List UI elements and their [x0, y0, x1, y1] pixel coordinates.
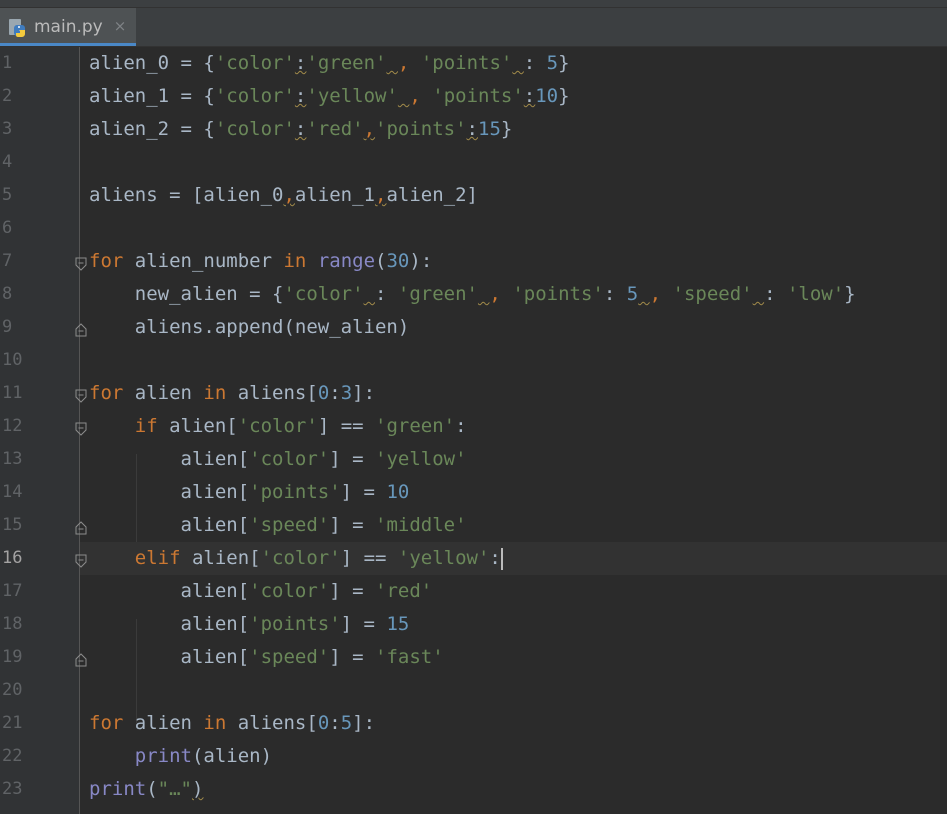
line-number: 3	[2, 119, 13, 139]
code-line: alien['points'] = 10	[89, 481, 410, 503]
code-line: alien['color'] = 'red'	[89, 580, 433, 602]
line-number: 9	[2, 317, 13, 337]
line-number-current: 16	[2, 548, 23, 568]
close-icon[interactable]: ×	[112, 15, 128, 37]
line-number: 1	[2, 53, 13, 73]
line-number: 14	[2, 482, 23, 502]
line-number: 5	[2, 185, 13, 205]
code-line: aliens.append(new_alien)	[89, 316, 410, 338]
code-editor[interactable]: 1 2 3 4 5 6 7 8 9 10 11 12 13 14 15 16 1…	[0, 47, 947, 814]
fold-end-icon[interactable]	[74, 653, 88, 667]
line-number: 20	[2, 680, 23, 700]
code-line: alien['points'] = 15	[89, 613, 410, 635]
line-number: 11	[2, 383, 23, 403]
code-line: alien_2 = {'color':'red','points':15}	[89, 118, 513, 140]
line-number: 10	[2, 350, 23, 370]
code-line: for alien_number in range(30):	[89, 250, 433, 272]
line-number: 13	[2, 449, 23, 469]
line-number-gutter: 1 2 3 4 5 6 7 8 9 10 11 12 13 14 15 16 1…	[0, 47, 80, 814]
window-top-strip	[0, 0, 947, 8]
code-line: new_alien = {'color' : 'green' , 'points…	[89, 283, 856, 305]
code-line: alien_0 = {'color':'green' , 'points' : …	[89, 52, 570, 74]
line-number: 19	[2, 647, 23, 667]
line-number: 2	[2, 86, 13, 106]
code-line: alien['color'] = 'yellow'	[89, 448, 467, 470]
fold-open-icon[interactable]	[74, 422, 88, 436]
tab-main-py[interactable]: main.py ×	[0, 8, 136, 46]
line-number: 17	[2, 581, 23, 601]
python-file-icon	[9, 19, 25, 37]
code-line: alien['speed'] = 'middle'	[89, 514, 467, 536]
line-number: 22	[2, 746, 23, 766]
fold-open-icon[interactable]	[74, 554, 88, 568]
line-number: 15	[2, 515, 23, 535]
code-line-current: elif alien['color'] == 'yellow':	[134, 547, 503, 570]
line-number: 7	[2, 251, 13, 271]
code-line: print(alien)	[134, 745, 273, 767]
line-number: 21	[2, 713, 23, 733]
line-number: 23	[2, 779, 23, 799]
fold-end-icon[interactable]	[74, 521, 88, 535]
editor-tab-bar: main.py ×	[0, 8, 947, 47]
line-number: 6	[2, 218, 13, 238]
text-caret	[500, 547, 503, 570]
tab-filename: main.py	[34, 17, 103, 37]
code-line: for alien in aliens[0:3]:	[89, 382, 376, 404]
fold-end-icon[interactable]	[74, 323, 88, 337]
code-line: aliens = [alien_0,alien_1,alien_2]	[89, 184, 478, 206]
code-line: if alien['color'] == 'green':	[134, 415, 467, 437]
code-line: print("…")	[89, 778, 204, 800]
fold-open-icon[interactable]	[74, 257, 88, 271]
line-number: 8	[2, 284, 13, 304]
line-number: 12	[2, 416, 23, 436]
code-line: alien_1 = {'color':'yellow' , 'points':1…	[89, 85, 570, 107]
line-number: 18	[2, 614, 23, 634]
code-line: alien['speed'] = 'fast'	[89, 646, 444, 668]
code-line: for alien in aliens[0:5]:	[89, 712, 376, 734]
fold-open-icon[interactable]	[74, 389, 88, 403]
line-number: 4	[2, 152, 13, 172]
